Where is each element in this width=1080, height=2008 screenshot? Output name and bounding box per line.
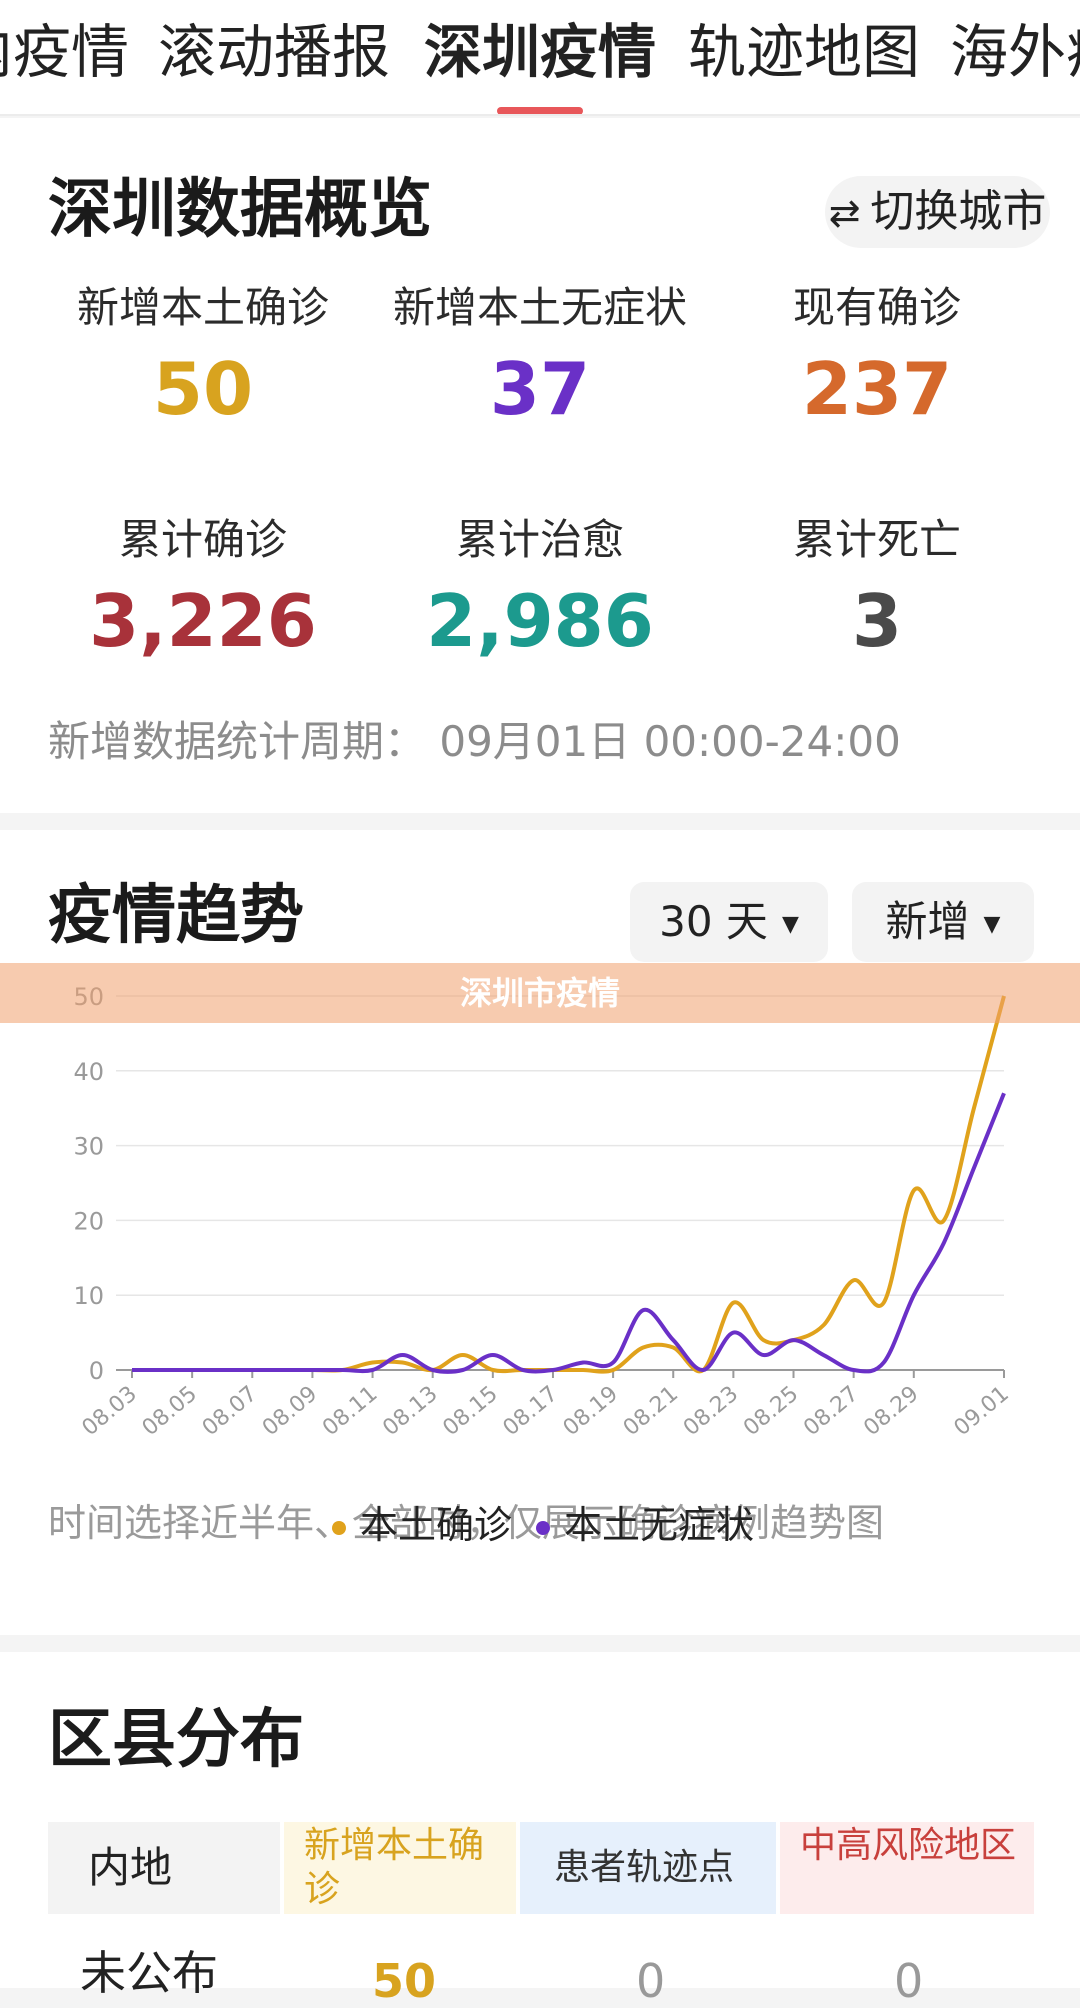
y-tick-label: 20 [73,1207,104,1235]
stat-label: 新增本土确诊 [76,283,329,332]
x-tick-label: 08.21 [619,1381,683,1441]
x-tick-label: 08.11 [318,1381,382,1441]
legend-label: 本土确诊 [360,1503,513,1547]
switch-city-button[interactable]: ⇄ 切换城市 [825,176,1050,248]
x-tick-label: 08.23 [679,1381,743,1441]
legend-item-asymptomatic[interactable]: 本土无症状 [536,1494,754,1549]
stat-total-deaths: 累计死亡 3 [707,512,1047,666]
stat-value: 50 [152,347,254,431]
y-tick-label: 0 [89,1357,104,1385]
row-track-points: 0 [636,1954,666,2008]
stat-label: 累计死亡 [792,515,961,564]
tab-national[interactable]: 国内疫情 [0,12,129,92]
series-line-confirmed [132,995,1006,1374]
header-region[interactable]: 内地 [48,1822,280,1914]
stat-label: 现有确诊 [792,283,961,332]
x-tick-label: 08.29 [859,1381,923,1441]
y-tick-label: 10 [73,1282,104,1310]
stat-label: 新增本土无症状 [392,283,687,332]
header-risk-areas[interactable]: 中高风险地区 [780,1822,1034,1914]
range-dropdown-label: 30 天 [659,897,768,946]
x-tick-label: 08.05 [138,1381,202,1441]
x-tick-label: 08.17 [499,1381,563,1441]
overview-title: 深圳数据概览 [48,173,432,247]
stat-period-text: 新增数据统计周期： 09月01日 00:00-24:00 [48,717,901,766]
header-track-points[interactable]: 患者轨迹点 [520,1822,776,1914]
tab-overseas[interactable]: 海外疫情 [950,12,1080,92]
y-tick-label: 30 [73,1133,104,1161]
x-tick-label: 08.07 [198,1381,262,1441]
top-tab-bar: 国内疫情 滚动播报 深圳疫情 轨迹地图 海外疫情 [0,0,1080,116]
tab-track-map[interactable]: 轨迹地图 [688,12,920,92]
row-district-name: 未公布 [80,1946,218,2000]
tab-shenzhen[interactable]: 深圳疫情 [424,12,656,92]
caret-down-icon: ▼ [781,911,799,937]
trend-title: 疫情趋势 [48,879,304,953]
stat-value: 237 [801,347,953,431]
stat-new-local-confirmed: 新增本土确诊 50 [33,280,373,434]
header-new-confirmed[interactable]: 新增本土确诊 [284,1822,516,1914]
trend-card: 疫情趋势 30 天▼ 新增▼ 0102030405008.0308.0508.0… [0,830,1080,1635]
x-tick-label: 08.03 [78,1381,142,1441]
x-tick-label: 08.25 [739,1381,803,1441]
row-new-confirmed: 50 [372,1954,437,2008]
district-card: 区县分布 内地 新增本土确诊 患者轨迹点 中高风险地区 未公布 50 0 0 [0,1652,1080,2008]
range-dropdown[interactable]: 30 天 ▼ [630,882,828,962]
stat-label: 累计确诊 [118,515,287,564]
tab-rolling-news[interactable]: 滚动播报 [158,12,390,92]
stat-current-confirmed: 现有确诊 237 [707,280,1047,434]
x-tick-label: 08.15 [438,1381,502,1441]
legend-dot [536,1520,550,1535]
mode-dropdown-label: 新增 [885,897,970,946]
x-tick-label: 09.01 [950,1381,1014,1441]
stat-total-confirmed: 累计确诊 3,226 [33,512,373,666]
x-tick-label: 08.09 [258,1381,322,1441]
stat-label: 累计治愈 [455,515,624,564]
stat-value: 2,986 [426,579,654,663]
city-banner: 深圳市疫情 [0,963,1080,1023]
x-tick-label: 08.27 [799,1381,863,1441]
row-risk-areas: 0 [894,1954,924,2008]
mode-dropdown[interactable]: 新增 ▼ [852,882,1034,962]
series-line-asymptomatic [132,1092,1006,1374]
stat-total-cured: 累计治愈 2,986 [370,512,710,666]
x-tick-label: 08.19 [559,1381,623,1441]
switch-city-label: 切换城市 [870,186,1047,237]
trend-line-chart: 0102030405008.0308.0508.0708.0908.1108.1… [73,983,1014,1441]
legend-label: 本土无症状 [564,1503,755,1547]
y-tick-label: 40 [73,1058,104,1086]
stat-value: 3 [851,579,903,663]
stat-value: 3,226 [89,579,317,663]
x-tick-label: 08.13 [378,1381,442,1441]
overview-card: 深圳数据概览 ⇄ 切换城市 新增本土确诊 50 新增本土无症状 37 现有确诊 2… [0,118,1080,813]
legend-item-confirmed[interactable]: 本土确诊 [332,1494,512,1549]
stat-new-local-asymptomatic: 新增本土无症状 37 [370,280,710,434]
swap-icon: ⇄ [828,191,861,235]
caret-down-icon: ▼ [983,911,1001,937]
stat-value: 37 [489,347,591,431]
district-title: 区县分布 [48,1703,304,1777]
active-tab-indicator [497,107,583,114]
legend-dot [332,1520,346,1535]
